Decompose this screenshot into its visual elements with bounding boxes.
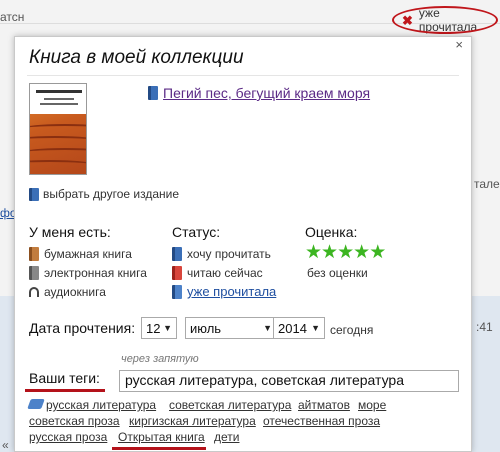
tag-suggestion[interactable]: дети: [214, 430, 239, 444]
status-read-label: уже прочитала: [187, 284, 277, 299]
tag-suggestion[interactable]: русская литература: [46, 398, 156, 412]
day-select[interactable]: 12 ▼: [141, 317, 177, 339]
have-ebook[interactable]: электронная книга: [29, 266, 147, 280]
read-status-indicator[interactable]: ✖ уже прочитала: [392, 6, 498, 34]
books-icon: [29, 187, 39, 201]
have-heading: У меня есть:: [29, 224, 111, 240]
tags-hint: через запятую: [121, 353, 199, 365]
star-icon[interactable]: ★: [337, 243, 354, 262]
paper-book-icon: [29, 247, 39, 261]
chevron-down-icon: ▼: [263, 323, 272, 333]
status-reading-label: читаю сейчас: [187, 266, 263, 280]
have-ebook-label: электронная книга: [44, 266, 147, 280]
book-title-link[interactable]: Пегий пес, бегущий краем моря: [148, 85, 370, 101]
tags-label-highlight: [25, 389, 105, 392]
background-text-fragment: «: [2, 438, 9, 452]
tag-suggestion[interactable]: советская литература: [169, 398, 291, 412]
ebook-icon: [29, 266, 39, 280]
close-icon[interactable]: ×: [455, 37, 463, 52]
bookmark-icon: [172, 247, 182, 261]
tag-suggestion[interactable]: море: [358, 398, 386, 412]
tag-highlight: [112, 447, 206, 450]
change-edition-label: выбрать другое издание: [43, 187, 179, 201]
have-paper-book[interactable]: бумажная книга: [29, 247, 132, 261]
month-value: июль: [190, 320, 222, 336]
tags-label: Ваши теги:: [29, 370, 100, 386]
chevron-down-icon: ▼: [311, 323, 320, 333]
month-select[interactable]: июль ▼: [185, 317, 277, 339]
tag-pencil-icon: [27, 399, 45, 409]
today-link[interactable]: сегодня: [330, 323, 373, 337]
status-want-to-read[interactable]: хочу прочитать: [172, 247, 271, 261]
background-time-fragment: :41: [476, 320, 493, 334]
year-select[interactable]: 2014 ▼: [273, 317, 325, 339]
highlight-ring: [392, 6, 498, 34]
dialog-title: Книга в моей коллекции: [29, 47, 244, 68]
year-value: 2014: [278, 320, 307, 336]
tag-suggestion[interactable]: айтматов: [298, 398, 350, 412]
background-text-fragment: тале: [474, 177, 500, 191]
tag-suggestion[interactable]: киргизская литература: [129, 414, 256, 428]
star-icon[interactable]: ★: [321, 243, 338, 262]
book-title: Пегий пес, бегущий краем моря: [163, 85, 371, 101]
tag-suggestion[interactable]: отечественная проза: [263, 414, 380, 428]
book-cover[interactable]: [29, 83, 87, 175]
star-icon[interactable]: ★: [353, 243, 370, 262]
rating-stars[interactable]: ★ ★ ★ ★ ★: [305, 243, 386, 262]
headphones-icon: [29, 287, 39, 297]
status-already-read[interactable]: уже прочитала: [172, 284, 276, 299]
day-value: 12: [146, 320, 161, 336]
title-divider: [27, 75, 459, 76]
open-book-icon: [172, 266, 182, 280]
tags-input[interactable]: русская литература, советская литература: [119, 370, 459, 392]
have-audiobook[interactable]: аудиокнига: [29, 285, 106, 299]
rating-heading: Оценка:: [305, 224, 358, 240]
read-book-icon: [172, 284, 182, 299]
status-reading-now[interactable]: читаю сейчас: [172, 266, 263, 280]
star-icon[interactable]: ★: [369, 243, 386, 262]
have-audiobook-label: аудиокнига: [44, 285, 106, 299]
change-edition-link[interactable]: выбрать другое издание: [29, 187, 179, 201]
background-text-fragment: атсн: [0, 10, 25, 24]
book-icon: [148, 86, 158, 100]
chevron-down-icon: ▼: [163, 323, 172, 333]
have-paper-book-label: бумажная книга: [44, 247, 132, 261]
status-heading: Статус:: [172, 224, 221, 240]
read-date-label: Дата прочтения:: [29, 320, 136, 336]
status-want-label: хочу прочитать: [187, 247, 271, 261]
star-icon[interactable]: ★: [305, 243, 322, 262]
rating-note: без оценки: [307, 266, 368, 280]
tag-suggestion[interactable]: русская проза: [29, 430, 107, 444]
collection-dialog: × Книга в моей коллекции Пегий пес, бегу…: [14, 36, 472, 452]
tag-suggestion[interactable]: советская проза: [29, 414, 120, 428]
tag-suggestion[interactable]: Открытая книга: [118, 430, 205, 444]
